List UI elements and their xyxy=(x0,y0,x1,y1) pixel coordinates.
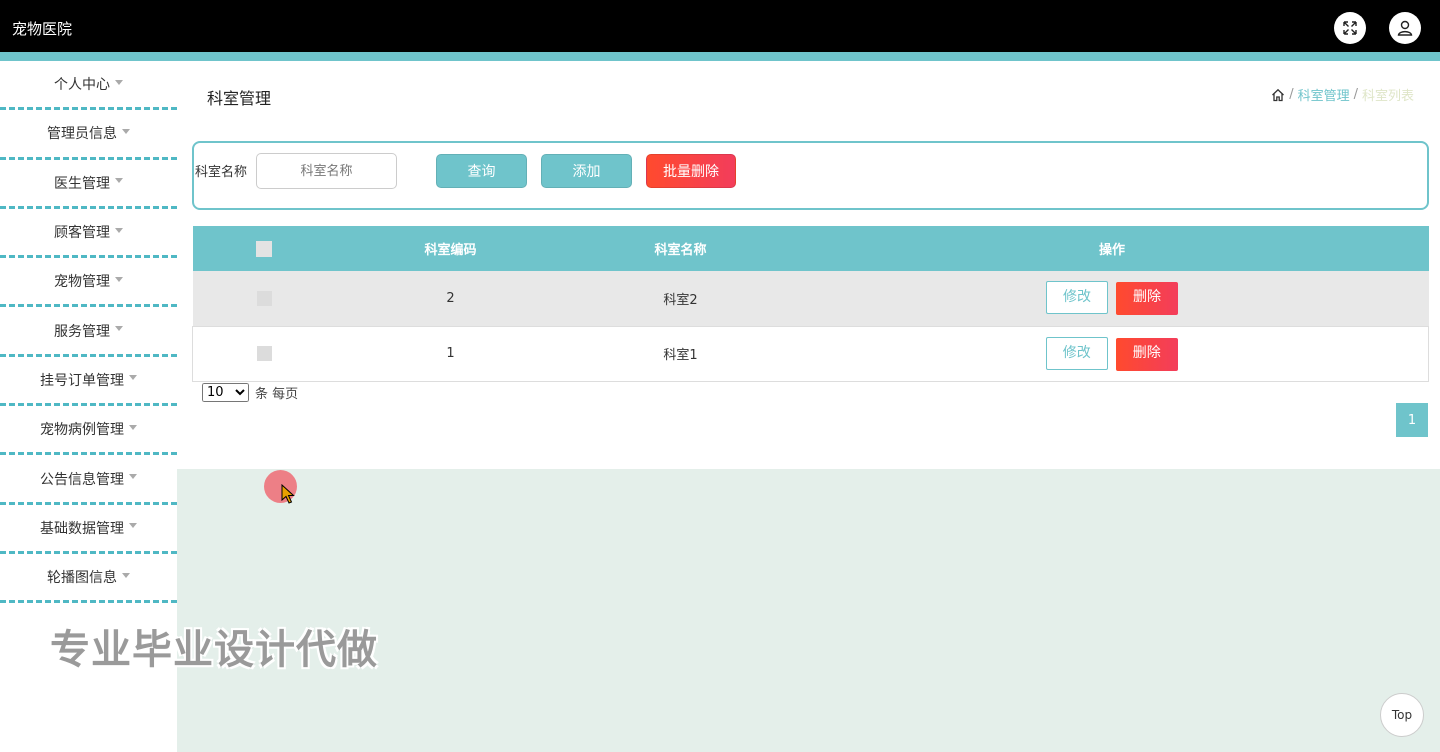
breadcrumb-section[interactable]: 科室管理 xyxy=(1298,85,1350,104)
department-table: 科室编码 科室名称 操作 2 科室2 修改 删除 1 科室1 修改 删除 xyxy=(192,226,1429,382)
column-header-actions: 操作 xyxy=(1098,243,1125,258)
sidebar-item-label: 顾客管理 xyxy=(54,225,110,242)
add-button[interactable]: 添加 xyxy=(541,154,632,188)
department-name-cell: 科室1 xyxy=(663,348,698,363)
sidebar-item-label: 个人中心 xyxy=(54,77,110,94)
row-select-cell xyxy=(193,271,336,326)
select-all-cell xyxy=(193,226,336,271)
query-button[interactable]: 查询 xyxy=(436,154,527,188)
actions-cell: 修改 删除 xyxy=(796,271,1429,326)
sidebar-item-label: 宠物病例管理 xyxy=(40,422,124,439)
app-title: 宠物医院 xyxy=(12,20,73,38)
sidebar-item-base-data[interactable]: 基础数据管理 xyxy=(0,505,177,554)
sidebar-item-customer[interactable]: 顾客管理 xyxy=(0,209,177,259)
select-all-checkbox[interactable] xyxy=(256,240,272,257)
page-title: 科室管理 xyxy=(207,89,272,108)
sidebar-item-doctor[interactable]: 医生管理 xyxy=(0,160,177,209)
sidebar-item-label: 服务管理 xyxy=(54,323,110,340)
search-panel: 科室名称 查询 添加 批量删除 xyxy=(192,141,1429,210)
mouse-cursor-icon xyxy=(281,484,295,504)
actions-cell: 修改 删除 xyxy=(796,326,1429,381)
sidebar-item-registration-order[interactable]: 挂号订单管理 xyxy=(0,357,177,407)
home-icon[interactable] xyxy=(1271,88,1285,102)
sidebar-item-label: 轮播图信息 xyxy=(47,570,117,587)
column-header-code: 科室编码 xyxy=(424,243,477,258)
department-name-cell: 科室2 xyxy=(663,292,698,308)
sidebar-item-admin-info[interactable]: 管理员信息 xyxy=(0,110,177,160)
table-header-row: 科室编码 科室名称 操作 xyxy=(192,226,1429,271)
page-number-button[interactable]: 1 xyxy=(1396,403,1428,437)
caret-down-icon xyxy=(129,523,137,529)
sidebar-item-personal-center[interactable]: 个人中心 xyxy=(0,61,177,111)
sidebar-item-label: 公告信息管理 xyxy=(40,471,124,488)
expand-icon xyxy=(1343,21,1357,35)
sidebar-item-label: 基础数据管理 xyxy=(40,520,124,537)
breadcrumb-current: 科室列表 xyxy=(1361,89,1414,104)
sidebar-item-pet-case[interactable]: 宠物病例管理 xyxy=(0,406,177,456)
batch-delete-button[interactable]: 批量删除 xyxy=(646,154,736,188)
page-size-control: 10 条 每页 xyxy=(202,383,298,402)
caret-down-icon xyxy=(129,375,137,381)
row-checkbox[interactable] xyxy=(256,290,272,306)
column-header-name: 科室名称 xyxy=(654,243,707,258)
row-checkbox[interactable] xyxy=(256,346,272,361)
department-name-search-input[interactable] xyxy=(256,153,397,189)
caret-down-icon xyxy=(115,178,123,184)
sidebar-item-service[interactable]: 服务管理 xyxy=(0,307,177,357)
department-code-cell: 1 xyxy=(446,346,455,361)
delete-button[interactable]: 删除 xyxy=(1116,282,1178,316)
sidebar-item-label: 挂号订单管理 xyxy=(40,372,124,389)
user-icon xyxy=(1397,20,1413,36)
search-label: 科室名称 xyxy=(195,165,248,180)
sidebar-item-carousel[interactable]: 轮播图信息 xyxy=(0,554,177,604)
caret-down-icon xyxy=(122,128,130,134)
department-code-cell: 2 xyxy=(446,290,455,306)
caret-down-icon xyxy=(122,572,130,578)
table-row: 2 科室2 修改 删除 xyxy=(192,271,1429,326)
fullscreen-button[interactable] xyxy=(1334,12,1366,44)
breadcrumb-separator: / xyxy=(1353,87,1358,102)
sidebar-item-label: 宠物管理 xyxy=(54,274,110,291)
sidebar-item-pet[interactable]: 宠物管理 xyxy=(0,258,177,308)
back-to-top-button[interactable]: Top xyxy=(1380,693,1424,737)
caret-down-icon xyxy=(129,424,137,430)
caret-down-icon xyxy=(115,79,123,85)
caret-down-icon xyxy=(129,474,137,480)
caret-down-icon xyxy=(115,326,123,332)
caret-down-icon xyxy=(115,227,123,233)
breadcrumb-separator: / xyxy=(1289,87,1294,102)
accent-strip xyxy=(0,52,1440,61)
page-size-suffix: 条 每页 xyxy=(255,387,299,402)
edit-button[interactable]: 修改 xyxy=(1046,281,1108,315)
delete-button[interactable]: 删除 xyxy=(1115,337,1178,371)
edit-button[interactable]: 修改 xyxy=(1045,336,1108,370)
main-content: 科室管理 / 科室管理 / 科室列表 科室名称 查询 添加 批量删除 科室编码 … xyxy=(177,61,1440,469)
caret-down-icon xyxy=(115,276,123,282)
breadcrumb: / 科室管理 / 科室列表 xyxy=(1271,85,1414,104)
sidebar-item-label: 管理员信息 xyxy=(47,126,117,143)
table-row: 1 科室1 修改 删除 xyxy=(192,326,1429,381)
row-select-cell xyxy=(193,326,336,381)
sidebar-item-notice[interactable]: 公告信息管理 xyxy=(0,455,177,505)
watermark-text: 专业毕业设计代做 xyxy=(50,627,378,673)
sidebar-item-label: 医生管理 xyxy=(54,175,110,192)
top-bar: 宠物医院 xyxy=(0,0,1440,52)
page-size-select[interactable]: 10 xyxy=(202,383,249,402)
user-menu-button[interactable] xyxy=(1389,12,1421,44)
